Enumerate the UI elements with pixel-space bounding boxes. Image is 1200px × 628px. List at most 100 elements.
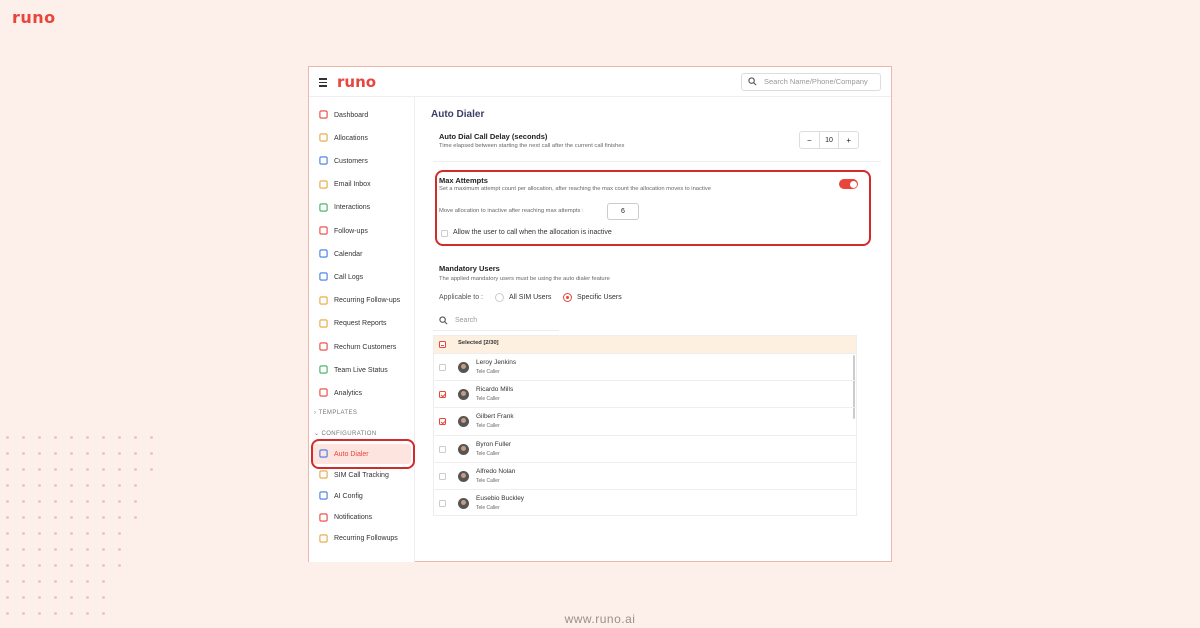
chevron-down-icon: ⌄ [314,431,322,437]
all-sim-users-label: All SIM Users [509,294,552,301]
user-checkbox[interactable] [439,472,446,480]
user-checkbox[interactable] [439,500,446,507]
user-row[interactable]: Gilbert Frank Tele Caller [434,407,856,434]
decorative-dot [22,436,25,439]
user-role: Tele Caller [476,477,500,484]
sidebar-item-call-logs[interactable]: Call Logs [309,267,415,287]
sidebar-item-recurring-followups[interactable]: Recurring Followups [309,529,415,549]
sidebar-item-rechurn-customers[interactable]: Rechurn Customers [309,337,415,357]
sidebar-item-calendar[interactable]: Calendar [309,244,415,264]
user-checkbox[interactable] [439,391,446,399]
decorative-dot [86,452,89,455]
user-row[interactable]: Byron Fuller Tele Caller [434,434,856,462]
bell-icon [319,512,329,523]
user-row[interactable]: Leroy Jenkins Tele Caller [434,353,856,380]
global-search-input[interactable]: Search Name/Phone/Company [741,73,881,91]
max-attempts-highlight [435,170,871,246]
decorative-dot [54,548,57,551]
section-configuration[interactable]: ⌄ CONFIGURATION [314,430,377,437]
decorative-dot [70,468,73,471]
decorative-dot [6,468,9,471]
sidebar-item-label: Team Live Status [334,366,388,374]
decorative-dot [6,516,9,519]
app-logo[interactable]: runo [337,73,376,91]
decorative-dot [134,484,137,487]
user-row[interactable]: Eusebio Buckley Tele Caller [434,489,856,516]
calendar-check-icon [319,226,329,236]
sidebar-item-ai-config[interactable]: AI Config [309,486,415,506]
decorative-dot [134,452,137,455]
user-checkbox[interactable] [439,364,446,371]
sidebar-item-customers[interactable]: Customers [309,151,415,171]
decorative-dot [102,500,105,503]
decorative-dot [22,516,25,519]
sidebar-item-label: Rechurn Customers [334,343,397,351]
decorative-dot [86,484,89,487]
avatar [458,389,469,401]
section-templates[interactable]: › TEMPLATES [314,410,357,416]
decorative-dot [70,548,73,551]
sidebar-item-recurring-follow-ups[interactable]: Recurring Follow-ups [309,291,415,311]
sidebar-item-allocations[interactable]: Allocations [309,128,415,148]
sidebar-item-label: Calendar [334,250,363,258]
decorative-dot [86,436,89,439]
sidebar-item-team-live-status[interactable]: Team Live Status [309,360,415,380]
divider [433,161,881,162]
user-name: Gilbert Frank [476,413,514,421]
decorative-dot [118,564,121,567]
sidebar-item-analytics[interactable]: Analytics [309,383,415,403]
decorative-dot [70,532,73,535]
user-checkbox[interactable] [439,418,446,426]
decrement-button[interactable]: − [800,132,819,148]
decorative-dot [6,532,9,535]
report-icon [319,319,329,329]
decorative-dot [22,564,25,567]
sidebar-item-notifications[interactable]: Notifications [309,508,415,528]
user-search-input[interactable]: Search [433,311,559,331]
decorative-dot [22,580,25,583]
decorative-dot [6,484,9,487]
sidebar-item-label: SIM Call Tracking [334,471,389,479]
decorative-dot [118,484,121,487]
user-list: Selected [2/30] Leroy Jenkins Tele Caller… [433,335,857,516]
user-row[interactable]: Ricardo Mills Tele Caller [434,380,856,407]
calendar-icon [319,249,329,259]
sidebar-item-email-inbox[interactable]: Email Inbox [309,175,415,195]
decorative-dot [102,436,105,439]
rechurn-icon [319,342,329,352]
applicable-label: Applicable to : [439,294,483,301]
user-row[interactable]: Alfredo Nolan Tele Caller [434,461,856,489]
select-all-checkbox[interactable] [439,341,446,348]
sidebar-item-label: Follow-ups [334,227,368,235]
sidebar-item-label: Allocations [334,134,368,142]
sidebar-item-label: Dashboard [334,111,369,119]
user-role: Tele Caller [476,396,500,403]
mail-icon [319,179,329,190]
decorative-dot [38,580,41,583]
decorative-dot [6,596,9,599]
decorative-dot [102,596,105,599]
decorative-dot [86,596,89,599]
decorative-dot [6,580,9,583]
decorative-dot [22,548,25,551]
menu-icon[interactable] [319,78,327,89]
radio-all-sim-users[interactable] [495,293,504,302]
sidebar-item-request-reports[interactable]: Request Reports [309,314,415,334]
radio-specific-users[interactable] [563,293,572,302]
delay-value[interactable]: 10 [818,132,840,148]
user-name: Eusebio Buckley [476,495,525,502]
sidebar-item-follow-ups[interactable]: Follow-ups [309,221,415,241]
decorative-dot [70,580,73,583]
user-checkbox[interactable] [439,445,446,453]
top-bar: runo Search Name/Phone/Company [309,67,891,97]
decorative-dot [102,532,105,535]
decorative-dot [70,564,73,567]
increment-button[interactable]: + [839,132,858,148]
decorative-dot [118,548,121,551]
decorative-dot [70,484,73,487]
sidebar-item-interactions[interactable]: Interactions [309,198,415,218]
sidebar-item-dashboard[interactable]: Dashboard [309,105,415,125]
sidebar-item-label: Email Inbox [334,181,371,189]
decorative-dot [150,468,153,471]
decorative-dot [118,436,121,439]
